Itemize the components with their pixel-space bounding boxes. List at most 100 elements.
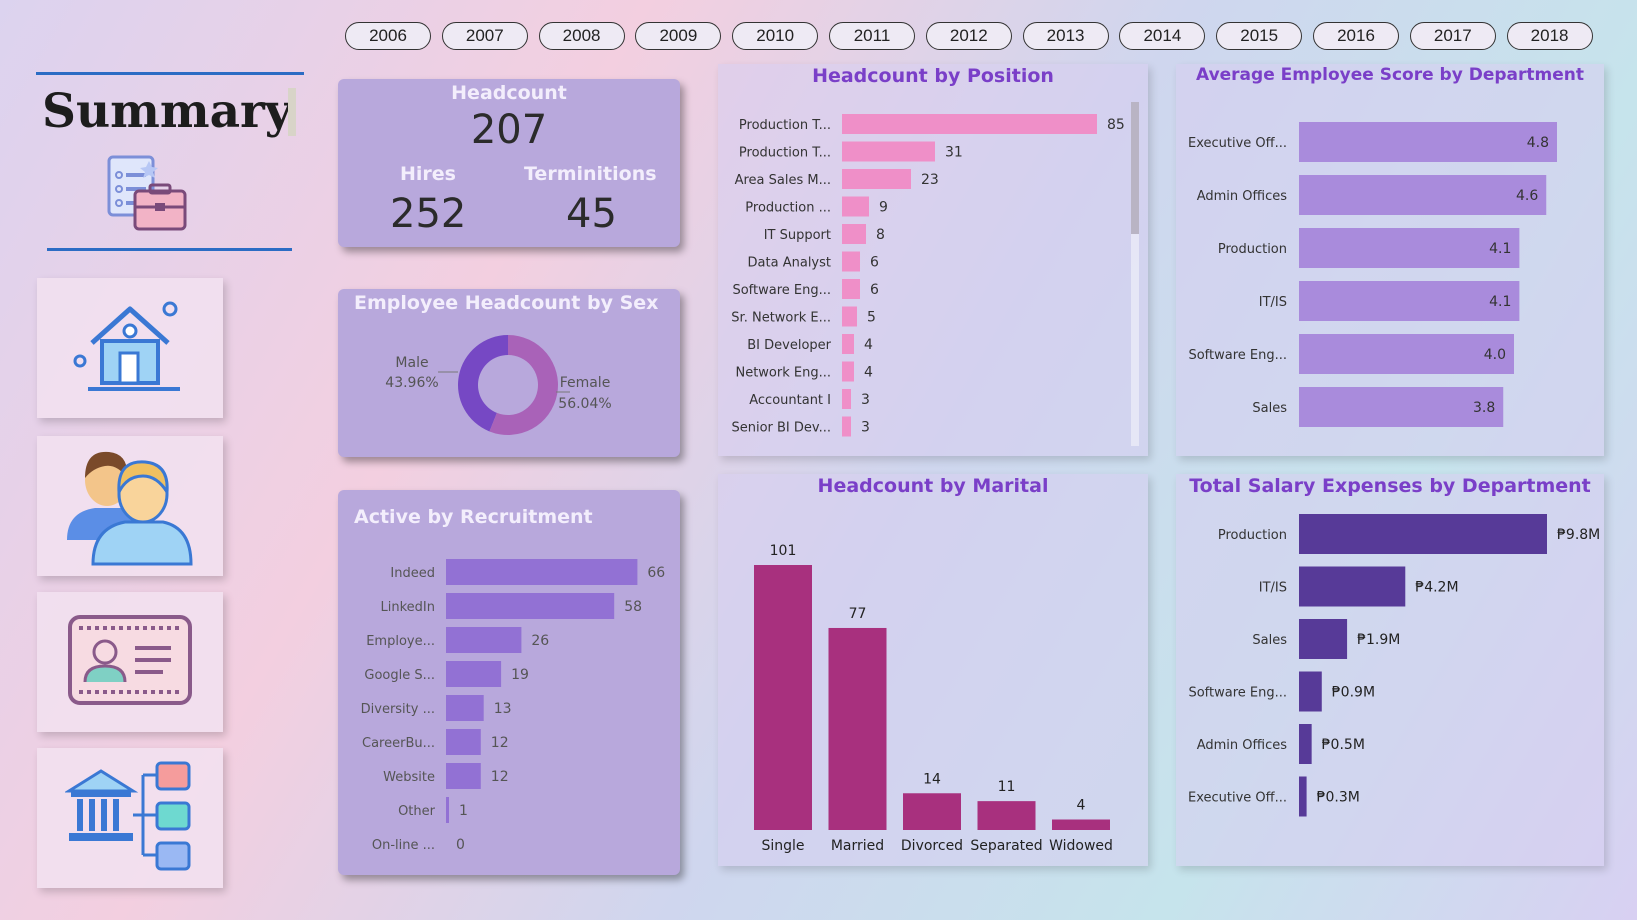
recruitment-bar[interactable] — [446, 593, 615, 619]
nav-tile-id-card[interactable] — [37, 592, 223, 732]
position-bar-chart: Production T... 85Production T... 31Area S… — [731, 114, 1125, 437]
summary-top-rule — [36, 72, 304, 75]
year-button-2016[interactable]: 2016 — [1313, 22, 1399, 50]
marital-value-label: 4 — [1077, 798, 1086, 814]
marital-bar[interactable] — [977, 801, 1036, 830]
salary-bar[interactable] — [1299, 776, 1307, 817]
position-category-label: Network Eng... — [735, 366, 831, 381]
marital-bar[interactable] — [754, 565, 812, 830]
kpi-card: Headcount 207 Hires 252 Terminitions 45 — [338, 79, 680, 247]
salary-bar[interactable] — [1299, 514, 1547, 554]
recruitment-value-label: 12 — [491, 735, 509, 751]
position-bar[interactable] — [842, 251, 860, 272]
score-bar[interactable] — [1299, 334, 1514, 374]
marital-category-label: Widowed — [1049, 838, 1113, 854]
page-title: Summary — [42, 84, 293, 139]
position-bar[interactable] — [842, 196, 869, 217]
position-bar[interactable] — [842, 389, 851, 409]
position-bar[interactable] — [842, 114, 1097, 134]
position-value-label: 6 — [870, 282, 879, 298]
score-category-label: Executive Off... — [1188, 136, 1287, 151]
recruitment-category-label: CareerBu... — [362, 736, 435, 751]
score-bar-chart: Executive Off... 4.8 Admin Offices 4.6 Produ… — [1188, 122, 1557, 427]
marital-bar-chart: 101 Single 77 Married 14 Divorced 11 Separated 4… — [754, 543, 1113, 854]
position-category-label: Accountant I — [749, 393, 831, 408]
position-bar[interactable] — [842, 141, 935, 162]
score-bar[interactable] — [1299, 175, 1547, 215]
salary-bar[interactable] — [1299, 566, 1406, 607]
year-button-2010[interactable]: 2010 — [732, 22, 819, 50]
position-category-label: Data Analyst — [748, 256, 831, 271]
score-value-label: 4.1 — [1489, 241, 1511, 257]
marital-bar[interactable] — [828, 627, 887, 830]
department-icon — [63, 757, 195, 879]
salary-bar-chart: Production ₱9.8M IT/IS ₱4.2M Sales ₱1.9M Softw… — [1188, 514, 1600, 817]
nav-tile-department[interactable] — [37, 748, 223, 888]
recruitment-value-label: 58 — [624, 599, 642, 615]
recruitment-bar[interactable] — [446, 627, 522, 653]
position-bar[interactable] — [842, 306, 857, 327]
year-button-2014[interactable]: 2014 — [1119, 22, 1206, 50]
recruitment-bar[interactable] — [446, 661, 502, 687]
salary-bar[interactable] — [1299, 671, 1322, 712]
position-scrollbar[interactable] — [1131, 102, 1139, 446]
year-button-2009[interactable]: 2009 — [635, 22, 722, 50]
recruitment-category-label: Diversity ... — [361, 702, 435, 717]
marital-value-label: 11 — [998, 779, 1016, 795]
position-scrollbar-thumb[interactable] — [1131, 102, 1139, 234]
position-category-label: Senior BI Dev... — [731, 421, 831, 436]
position-value-label: 3 — [861, 392, 870, 408]
recruitment-value-label: 66 — [647, 565, 665, 581]
year-button-2007[interactable]: 2007 — [441, 22, 528, 50]
sex-label-female: Female — [560, 375, 611, 391]
headcount-label: Headcount — [451, 82, 567, 104]
score-bar[interactable] — [1299, 228, 1520, 268]
recruitment-bar[interactable] — [446, 559, 638, 585]
marital-bar[interactable] — [1052, 819, 1110, 830]
score-value-label: 4.6 — [1516, 188, 1538, 204]
nav-tile-home[interactable] — [37, 278, 223, 418]
salary-bar[interactable] — [1299, 619, 1348, 659]
position-value-label: 9 — [879, 200, 888, 216]
salary-panel: Total Salary Expenses by Department Prod… — [1176, 474, 1604, 866]
year-button-2017[interactable]: 2017 — [1409, 22, 1496, 50]
recruitment-bar[interactable] — [446, 797, 449, 823]
year-button-2012[interactable]: 2012 — [925, 22, 1012, 50]
position-bar[interactable] — [842, 416, 851, 437]
score-bar[interactable] — [1299, 281, 1520, 321]
year-button-2011[interactable]: 2011 — [829, 22, 915, 50]
recruitment-bar-chart: Indeed 66 LinkedIn 58 Employe... 26 Google S..… — [361, 559, 665, 853]
sex-card: Employee Headcount by Sex Male 43.96% Fema… — [338, 289, 680, 457]
nav-tile-employees[interactable] — [37, 436, 223, 576]
position-bar[interactable] — [842, 334, 854, 354]
position-value-label: 4 — [864, 365, 873, 381]
score-category-label: Sales — [1252, 401, 1287, 416]
year-button-2018[interactable]: 2018 — [1506, 22, 1593, 50]
score-bar[interactable] — [1299, 122, 1557, 162]
id-card-icon — [67, 614, 193, 710]
position-value-label: 8 — [876, 227, 885, 243]
summary-icon — [105, 153, 190, 242]
year-button-2015[interactable]: 2015 — [1216, 22, 1303, 50]
recruitment-bar[interactable] — [446, 695, 484, 721]
hires-value: 252 — [390, 191, 467, 237]
marital-bar[interactable] — [903, 793, 961, 830]
score-category-label: Production — [1218, 242, 1287, 257]
year-button-2013[interactable]: 2013 — [1022, 22, 1109, 50]
position-bar[interactable] — [842, 279, 860, 299]
position-category-label: Software Eng... — [732, 283, 831, 298]
position-bar[interactable] — [842, 224, 866, 244]
recruitment-category-label: Google S... — [364, 668, 435, 683]
recruitment-value-label: 13 — [494, 701, 512, 717]
recruitment-bar[interactable] — [446, 763, 481, 789]
position-bar[interactable] — [842, 169, 911, 189]
recruitment-bar[interactable] — [446, 729, 481, 755]
salary-value-label: ₱0.9M — [1332, 685, 1375, 701]
salary-bar[interactable] — [1299, 724, 1312, 764]
score-category-label: IT/IS — [1259, 295, 1287, 310]
position-bar[interactable] — [842, 361, 854, 382]
year-button-2006[interactable]: 2006 — [345, 22, 431, 50]
year-button-2008[interactable]: 2008 — [538, 22, 625, 50]
position-value-label: 6 — [870, 255, 879, 271]
salary-value-label: ₱1.9M — [1357, 632, 1400, 648]
